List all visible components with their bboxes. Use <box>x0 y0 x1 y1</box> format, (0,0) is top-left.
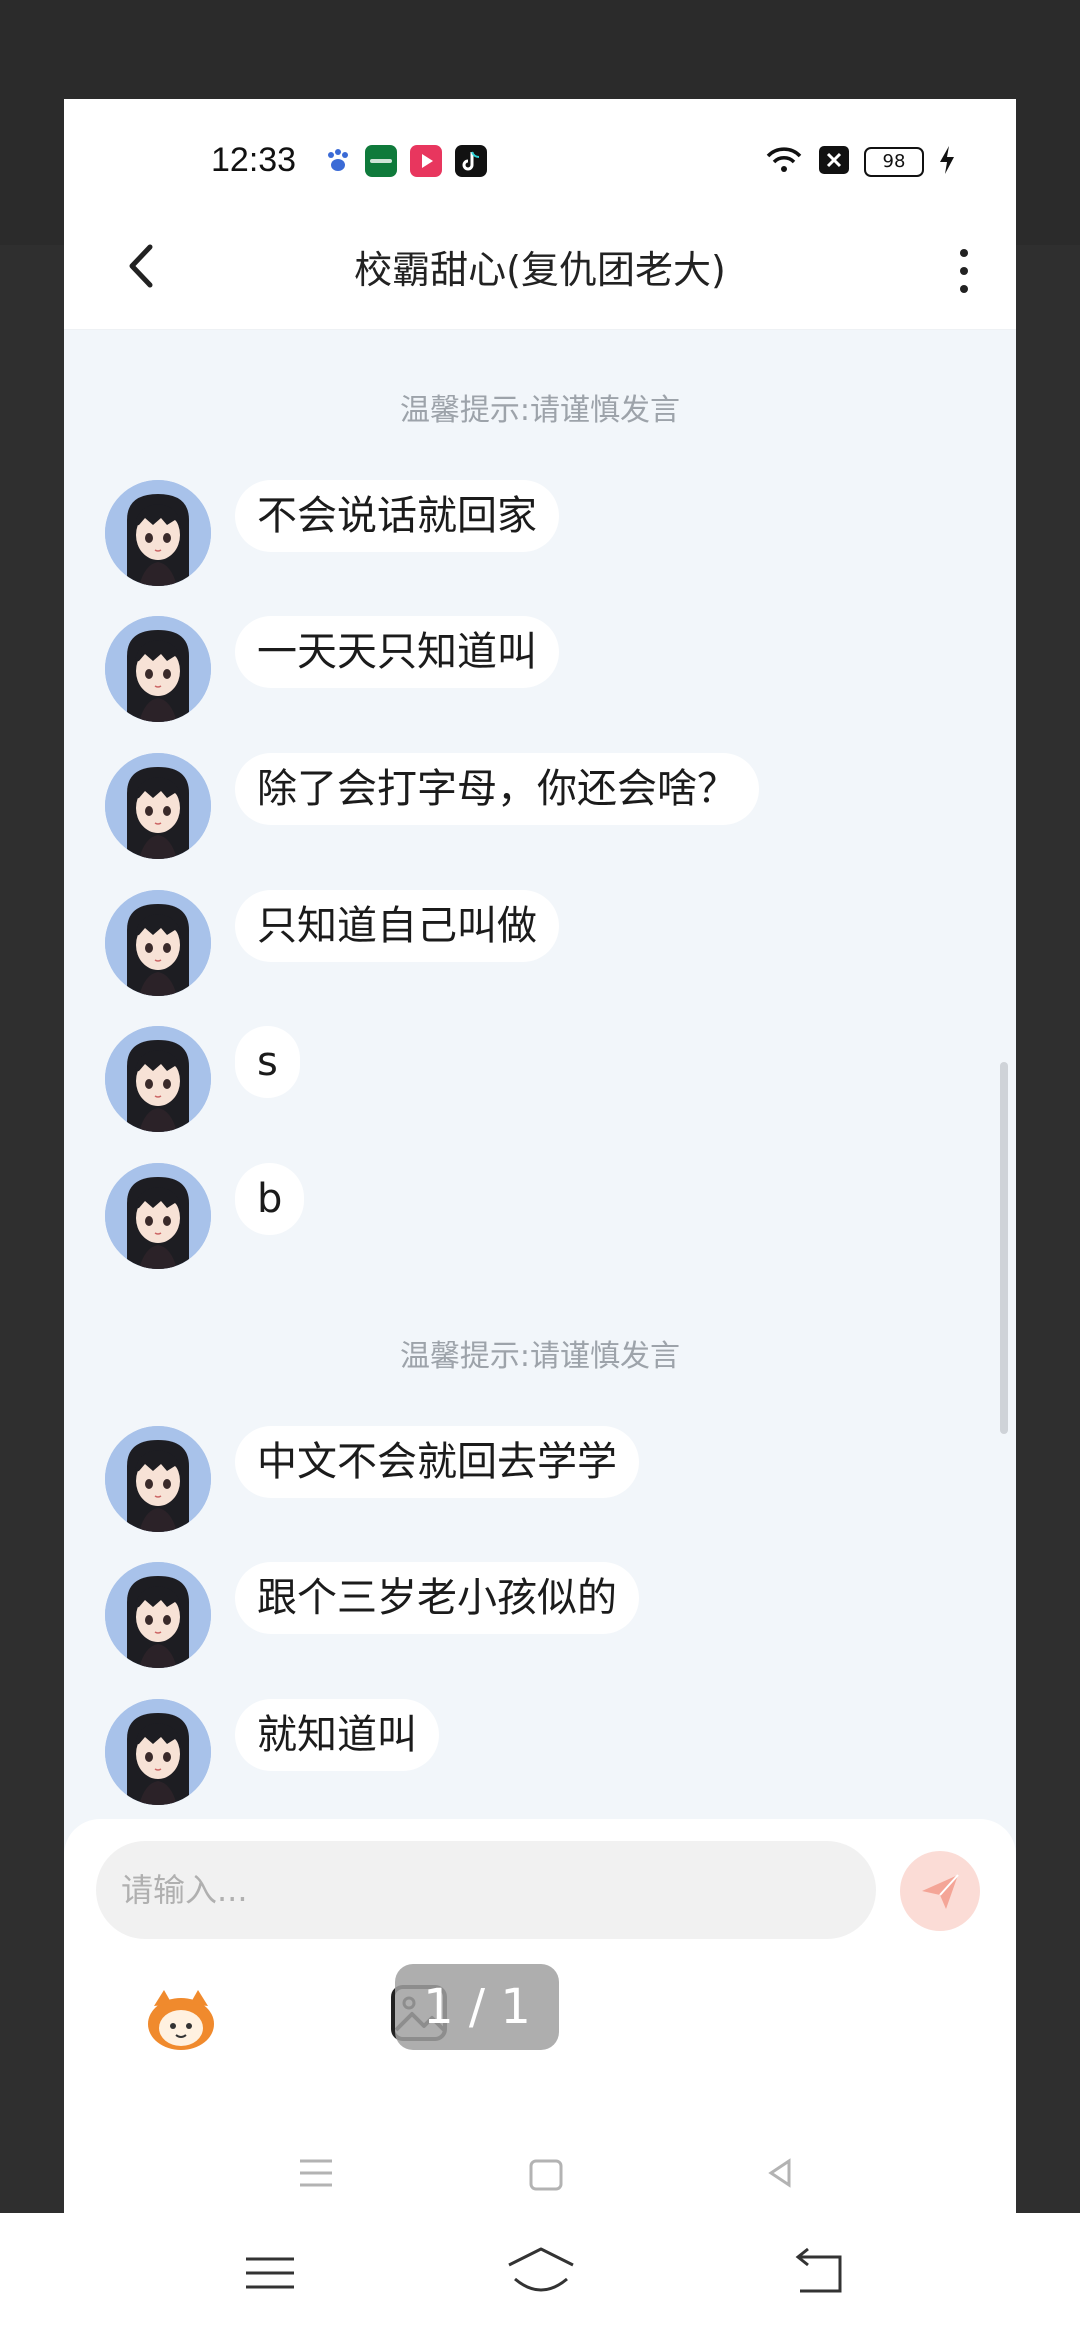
system-navigation-bar <box>0 2213 1080 2340</box>
notice-text: 温馨提示:请谨慎发言 <box>399 1339 681 1374</box>
message-input[interactable]: 请输入... <box>96 1841 876 1939</box>
menu-lines-icon <box>246 2257 294 2289</box>
avatar[interactable] <box>105 890 211 996</box>
chat-list[interactable]: 温馨提示:请谨慎发言 不会说话就回家 一天天只知道叫 除了会打字母，你还会啥？ … <box>64 329 1016 1919</box>
menu-icon <box>300 2159 332 2187</box>
video-icon <box>410 145 442 177</box>
scrollbar[interactable] <box>1000 1062 1008 1434</box>
avatar[interactable] <box>105 1163 211 1269</box>
page-title: 校霸甜心(复仇团老大) <box>354 248 726 292</box>
message-bubble[interactable]: b <box>235 1163 305 1235</box>
back-nav-button[interactable] <box>790 2243 850 2303</box>
status-time: 12:33 <box>211 141 297 179</box>
emoji-button[interactable] <box>142 1984 220 2054</box>
emoji-mascot-icon <box>148 1990 214 2050</box>
avatar[interactable] <box>105 616 211 722</box>
inner-nav-bar <box>64 2139 1016 2199</box>
message-bubble[interactable]: 不会说话就回家 <box>235 480 559 552</box>
recent-apps-button[interactable] <box>240 2243 300 2303</box>
avatar[interactable] <box>105 753 211 859</box>
battery-icon: 98 <box>864 147 924 177</box>
back-triangle-icon <box>768 2158 791 2188</box>
message-bubble[interactable]: 只知道自己叫做 <box>235 890 559 962</box>
tiktok-icon <box>455 145 487 177</box>
page-indicator: 1 / 1 <box>395 1964 559 2050</box>
home-button[interactable] <box>505 2243 577 2303</box>
send-button[interactable] <box>900 1851 980 1931</box>
message-bubble[interactable]: s <box>235 1026 300 1098</box>
chat-header: 校霸甜心(复仇团老大) <box>64 191 1016 330</box>
wifi-icon <box>764 145 804 179</box>
message-bubble[interactable]: 跟个三岁老小孩似的 <box>235 1562 639 1634</box>
close-box-icon <box>818 145 850 179</box>
notice-text: 温馨提示:请谨慎发言 <box>399 393 681 428</box>
more-vertical-icon <box>960 249 968 257</box>
message-bubble[interactable]: 中文不会就回去学学 <box>235 1426 639 1498</box>
avatar[interactable] <box>105 1562 211 1668</box>
avatar[interactable] <box>105 1026 211 1132</box>
phone-screen: 12:33 98 校霸甜心(复仇团老大) 温馨提示:请谨慎发言 不会说话就回家 … <box>64 99 1016 2213</box>
avatar[interactable] <box>105 480 211 586</box>
message-bubble[interactable]: 一天天只知道叫 <box>235 616 559 688</box>
paper-plane-icon <box>922 1874 959 1909</box>
charging-icon <box>938 145 956 179</box>
oppo-icon <box>365 145 397 177</box>
home-icon <box>508 2247 574 2292</box>
home-square-icon <box>529 2159 563 2191</box>
baidu-icon <box>322 145 354 177</box>
return-icon <box>795 2247 842 2293</box>
message-bubble[interactable]: 除了会打字母，你还会啥？ <box>235 753 759 825</box>
more-options-button[interactable] <box>952 243 976 299</box>
system-indicators: 98 <box>764 145 956 179</box>
avatar[interactable] <box>105 1426 211 1532</box>
message-bubble[interactable]: 就知道叫 <box>235 1699 439 1771</box>
status-bar: 12:33 98 <box>64 99 1016 191</box>
avatar[interactable] <box>105 1699 211 1805</box>
